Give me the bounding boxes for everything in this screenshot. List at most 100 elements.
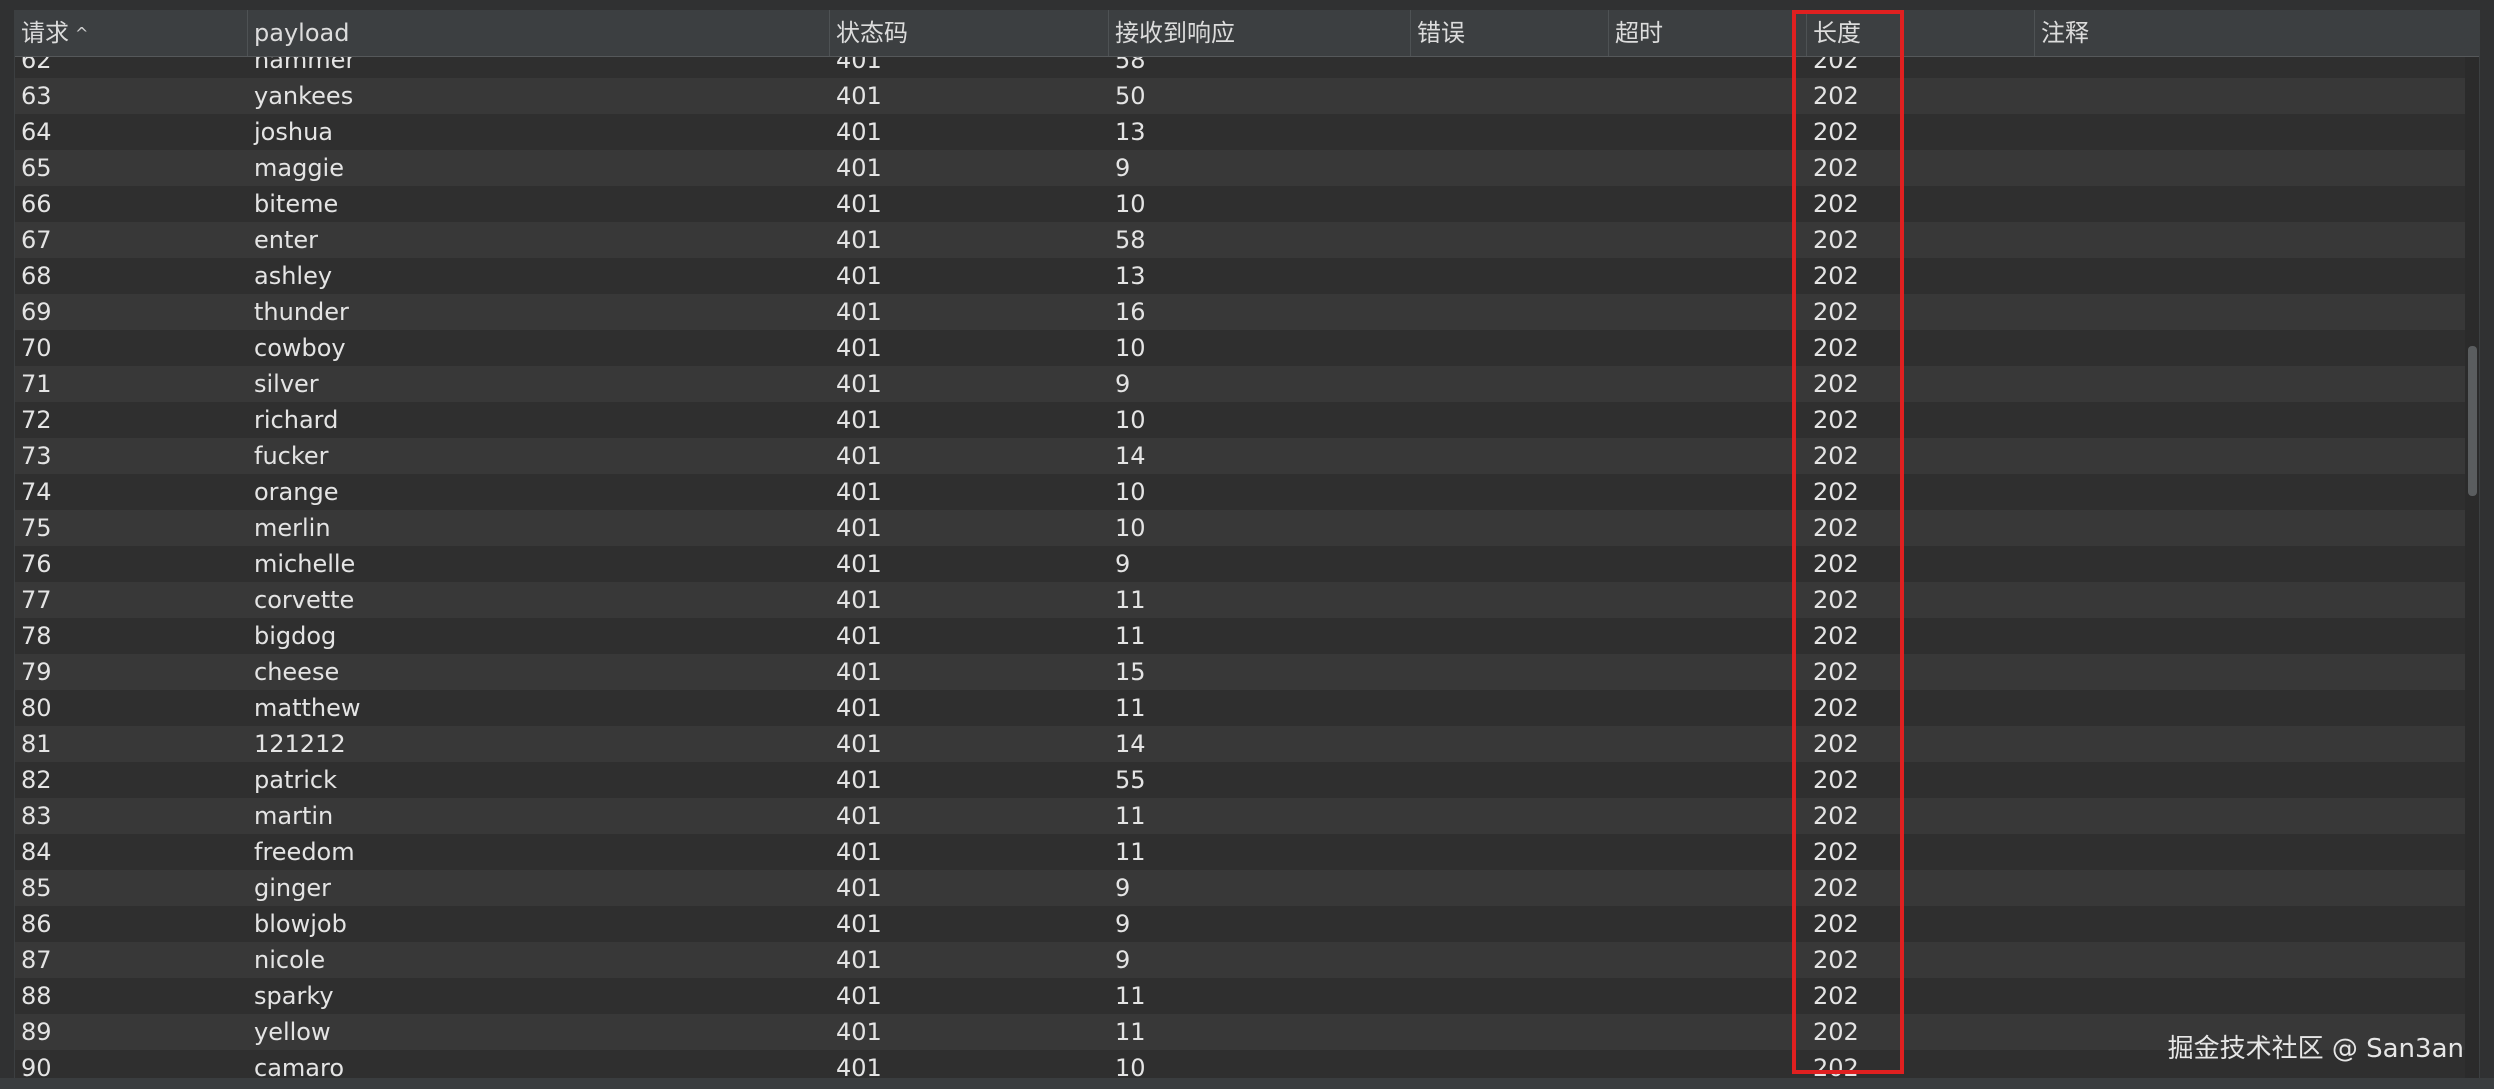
column-header-label: 请求: [21, 19, 69, 47]
cell-comment: [2035, 654, 2465, 690]
cell-status: 401: [836, 910, 882, 938]
cell-payload: richard: [254, 406, 339, 434]
scrollbar-thumb[interactable]: [2468, 346, 2477, 496]
cell-timeout: [1609, 582, 1807, 618]
cell-error: [1411, 474, 1609, 510]
cell-response-received: 9: [1115, 946, 1131, 974]
table-row[interactable]: 68 ashley 401 13 202: [15, 258, 2479, 294]
cell-error: [1411, 978, 1609, 1014]
cell-payload: maggie: [254, 154, 344, 182]
column-header-request[interactable]: 请求 ^: [15, 10, 248, 56]
table-row[interactable]: 75 merlin 401 10 202: [15, 510, 2479, 546]
table-row[interactable]: 70 cowboy 401 10 202: [15, 330, 2479, 366]
cell-response-received: 14: [1115, 730, 1146, 758]
cell-response-received: 9: [1115, 910, 1131, 938]
cell-response-received: 50: [1115, 82, 1146, 110]
table-row[interactable]: 81 121212 401 14 202: [15, 726, 2479, 762]
table-row[interactable]: 78 bigdog 401 11 202: [15, 618, 2479, 654]
column-header-error[interactable]: 错误: [1411, 10, 1609, 56]
cell-status: 401: [836, 478, 882, 506]
cell-status: 401: [836, 838, 882, 866]
table-row[interactable]: 64 joshua 401 13 202: [15, 114, 2479, 150]
table-row[interactable]: 80 matthew 401 11 202: [15, 690, 2479, 726]
table-row[interactable]: 63 yankees 401 50 202: [15, 78, 2479, 114]
table-row[interactable]: 71 silver 401 9 202: [15, 366, 2479, 402]
cell-status: 401: [836, 262, 882, 290]
cell-payload: michelle: [254, 550, 356, 578]
cell-request: 83: [21, 802, 52, 830]
table-row[interactable]: 82 patrick 401 55 202: [15, 762, 2479, 798]
cell-error: [1411, 834, 1609, 870]
table-row[interactable]: 85 ginger 401 9 202: [15, 870, 2479, 906]
cell-comment: [2035, 258, 2465, 294]
cell-response-received: 11: [1115, 622, 1146, 650]
column-header-comment[interactable]: 注释: [2035, 10, 2465, 56]
cell-timeout: [1609, 258, 1807, 294]
table-row[interactable]: 67 enter 401 58 202: [15, 222, 2479, 258]
cell-status: 401: [836, 982, 882, 1010]
cell-timeout: [1609, 474, 1807, 510]
cell-error: [1411, 1050, 1609, 1078]
table-row[interactable]: 72 richard 401 10 202: [15, 402, 2479, 438]
cell-status: 401: [836, 730, 882, 758]
cell-request: 87: [21, 946, 52, 974]
cell-status: 401: [836, 550, 882, 578]
cell-error: [1411, 618, 1609, 654]
vertical-scrollbar[interactable]: [2465, 56, 2479, 1078]
table-row[interactable]: 76 michelle 401 9 202: [15, 546, 2479, 582]
cell-error: [1411, 942, 1609, 978]
cell-timeout: [1609, 402, 1807, 438]
table-row[interactable]: 87 nicole 401 9 202: [15, 942, 2479, 978]
table-row[interactable]: 73 fucker 401 14 202: [15, 438, 2479, 474]
cell-error: [1411, 654, 1609, 690]
table-row[interactable]: 88 sparky 401 11 202: [15, 978, 2479, 1014]
cell-response-received: 10: [1115, 406, 1146, 434]
column-header-status-code[interactable]: 状态码: [830, 10, 1109, 56]
cell-request: 73: [21, 442, 52, 470]
table-row[interactable]: 84 freedom 401 11 202: [15, 834, 2479, 870]
cell-response-received: 10: [1115, 1054, 1146, 1078]
table-row[interactable]: 62 hammer 401 58 202: [15, 56, 2479, 78]
cell-status: 401: [836, 946, 882, 974]
table-row[interactable]: 65 maggie 401 9 202: [15, 150, 2479, 186]
cell-error: [1411, 906, 1609, 942]
cell-response-received: 10: [1115, 334, 1146, 362]
table-row[interactable]: 86 blowjob 401 9 202: [15, 906, 2479, 942]
table-row[interactable]: 66 biteme 401 10 202: [15, 186, 2479, 222]
column-header-timeout[interactable]: 超时: [1609, 10, 1807, 56]
table-row[interactable]: 74 orange 401 10 202: [15, 474, 2479, 510]
table-row[interactable]: 83 martin 401 11 202: [15, 798, 2479, 834]
cell-request: 75: [21, 514, 52, 542]
cell-request: 63: [21, 82, 52, 110]
cell-response-received: 16: [1115, 298, 1146, 326]
cell-payload: biteme: [254, 190, 339, 218]
cell-status: 401: [836, 658, 882, 686]
table-row[interactable]: 69 thunder 401 16 202: [15, 294, 2479, 330]
table-row[interactable]: 79 cheese 401 15 202: [15, 654, 2479, 690]
cell-comment: [2035, 582, 2465, 618]
cell-timeout: [1609, 330, 1807, 366]
table-row[interactable]: 89 yellow 401 11 202: [15, 1014, 2479, 1050]
cell-timeout: [1609, 78, 1807, 114]
cell-timeout: [1609, 906, 1807, 942]
cell-request: 88: [21, 982, 52, 1010]
table-row[interactable]: 90 camaro 401 10 202: [15, 1050, 2479, 1078]
cell-timeout: [1609, 942, 1807, 978]
sort-ascending-icon: ^: [75, 24, 89, 43]
cell-request: 80: [21, 694, 52, 722]
cell-comment: [2035, 366, 2465, 402]
cell-response-received: 9: [1115, 154, 1131, 182]
column-header-response-received[interactable]: 接收到响应: [1109, 10, 1411, 56]
cell-timeout: [1609, 438, 1807, 474]
cell-timeout: [1609, 798, 1807, 834]
column-header-payload[interactable]: payload: [248, 10, 830, 56]
cell-error: [1411, 870, 1609, 906]
cell-request: 85: [21, 874, 52, 902]
cell-response-received: 9: [1115, 874, 1131, 902]
cell-request: 69: [21, 298, 52, 326]
cell-error: [1411, 114, 1609, 150]
table-header: 请求 ^ payload 状态码 接收到响应 错误 超时 长度 注释: [15, 10, 2479, 57]
cell-error: [1411, 366, 1609, 402]
cell-response-received: 10: [1115, 478, 1146, 506]
table-row[interactable]: 77 corvette 401 11 202: [15, 582, 2479, 618]
